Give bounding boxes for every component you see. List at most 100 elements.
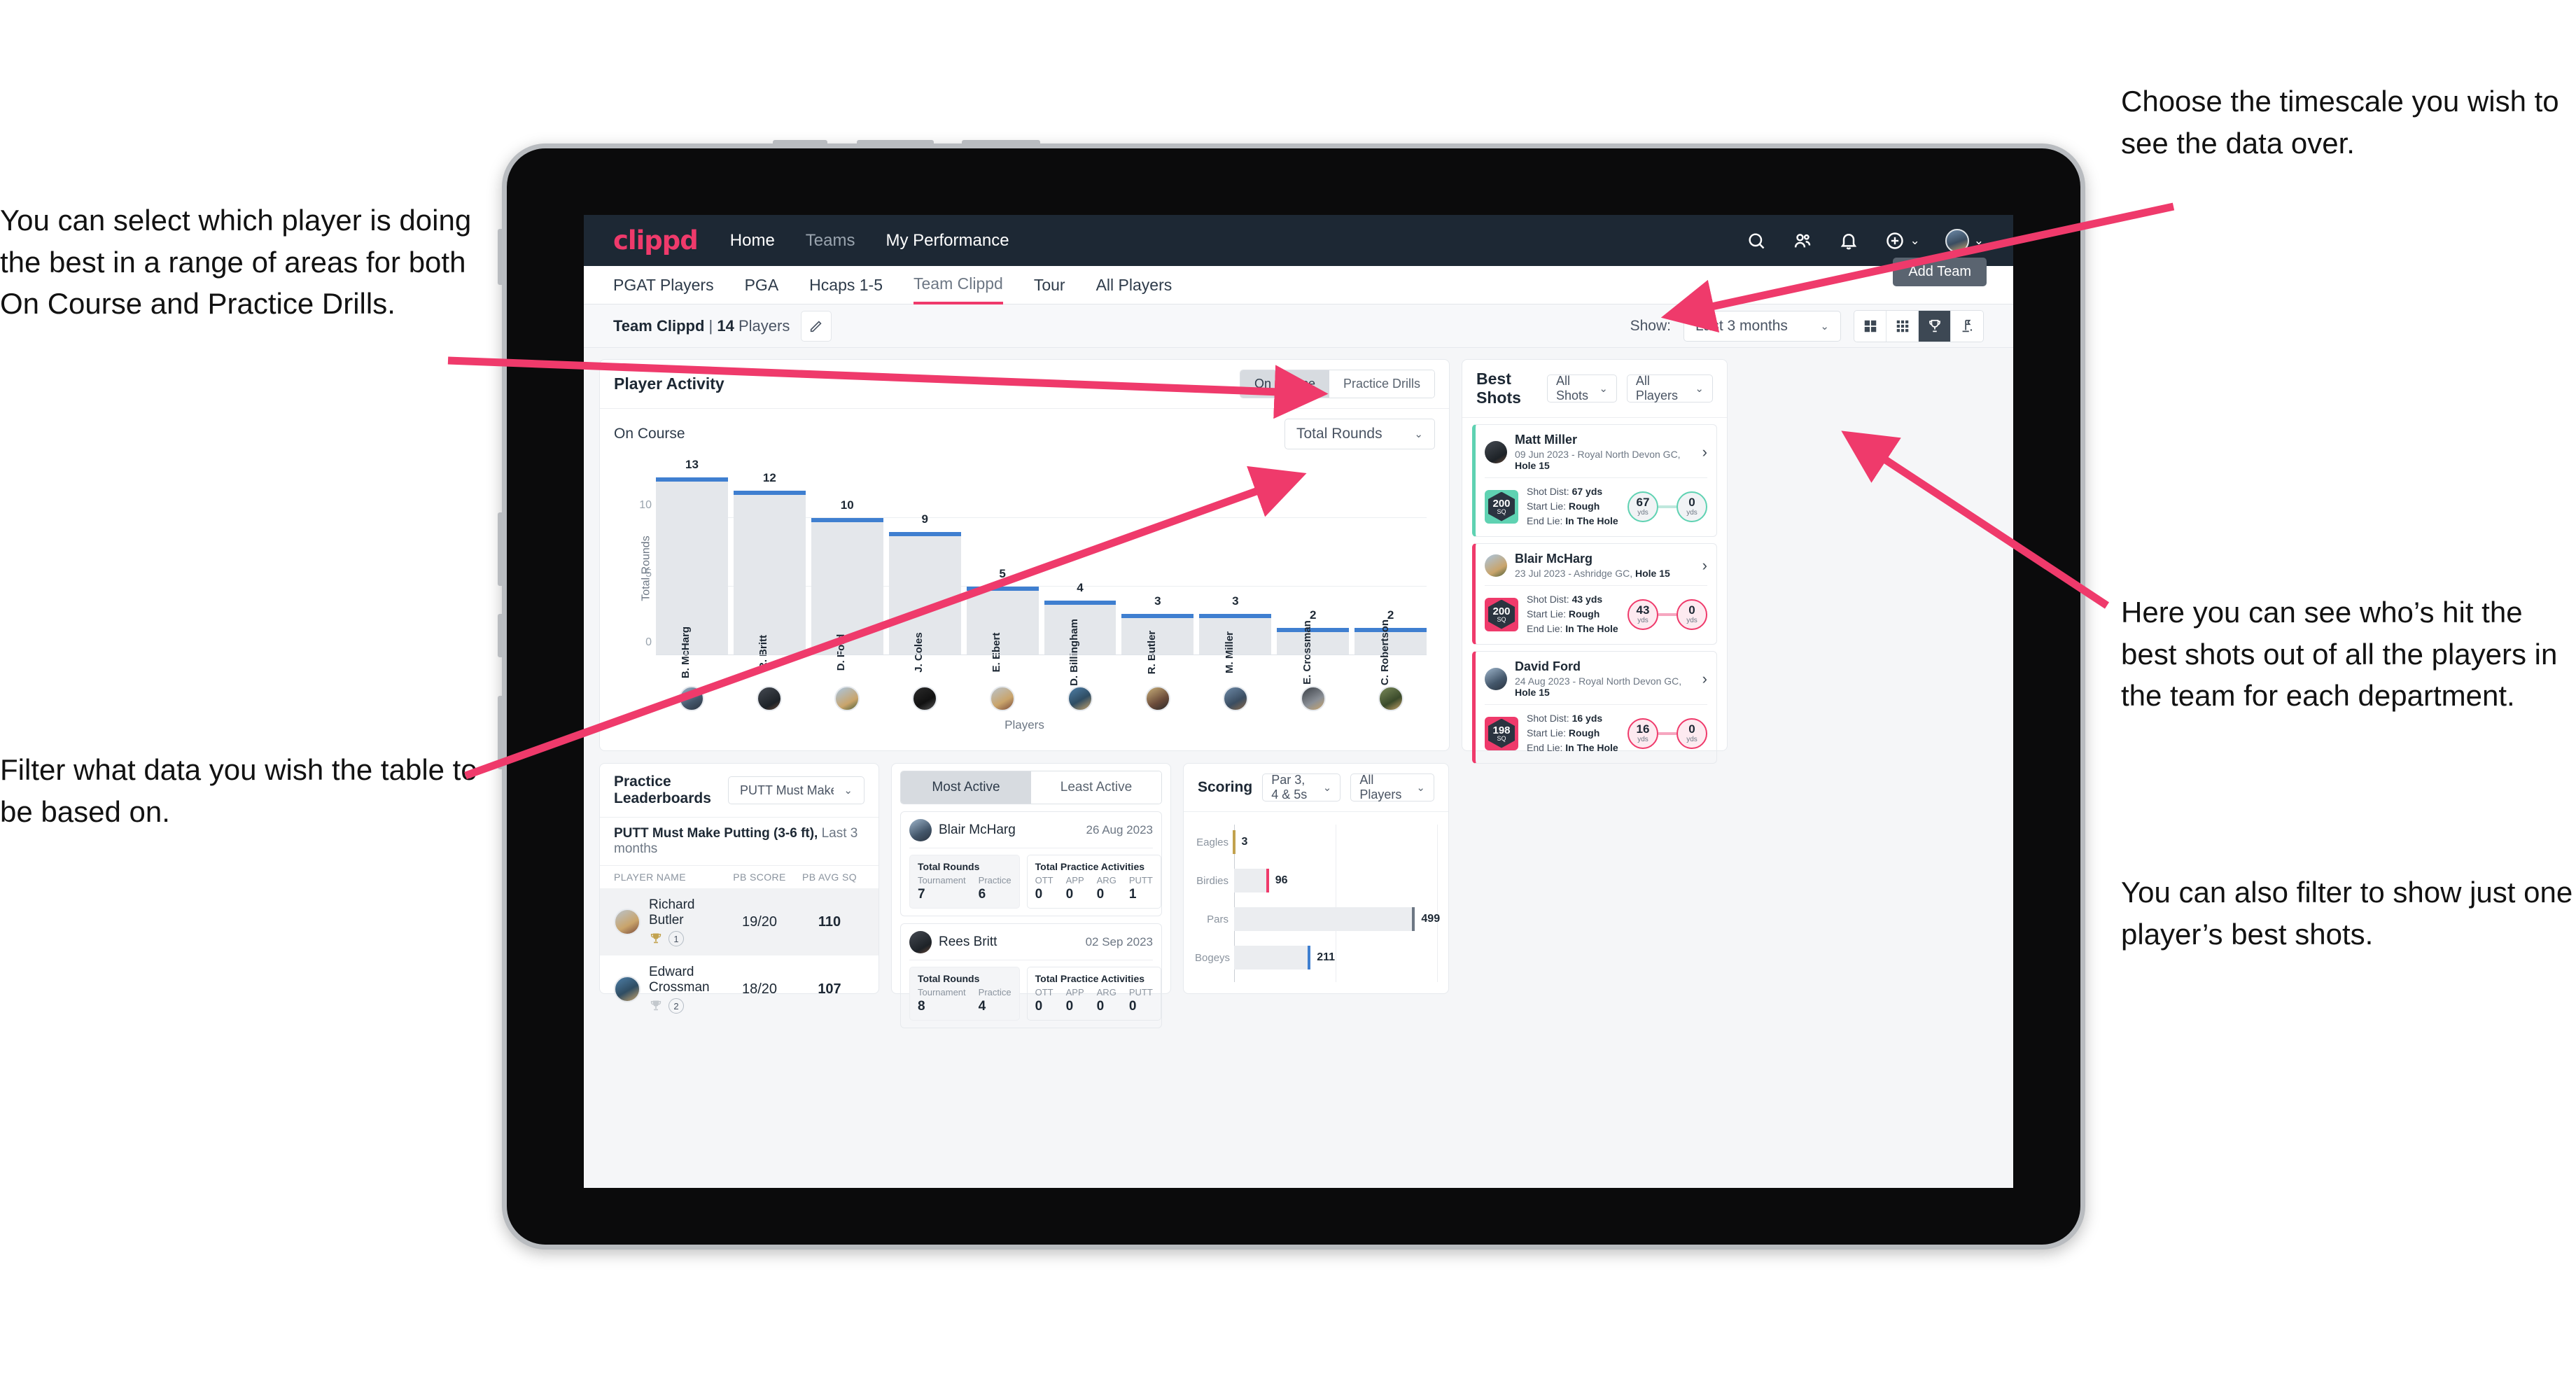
nav-link-teams[interactable]: Teams xyxy=(806,231,855,251)
avatar[interactable] xyxy=(1378,686,1404,711)
chart-bar[interactable]: M. Miller xyxy=(1199,614,1272,673)
best-shot-body: 200 SQ Shot Dist: 43 yds Start Lie: Rough En… xyxy=(1485,592,1707,636)
avatar[interactable] xyxy=(1945,228,1969,253)
edit-team-button[interactable] xyxy=(801,310,832,342)
period-select[interactable]: Last 3 months ⌄ xyxy=(1684,310,1841,342)
practice-drill-select-value: PUTT Must Make Putting ... xyxy=(740,783,834,797)
chart-bar[interactable]: R. Britt xyxy=(733,491,806,670)
scoring-row[interactable]: Pars 499 xyxy=(1195,907,1440,931)
scoring-row[interactable]: Birdies 96 xyxy=(1195,869,1437,892)
best-shots-shot-filter[interactable]: All Shots ⌄ xyxy=(1547,374,1617,402)
activity-item[interactable]: Rees Britt 02 Sep 2023 Total Rounds Tournam… xyxy=(900,923,1162,1028)
chart-bar-column[interactable]: 10 D. Ford xyxy=(811,463,883,671)
tab-most-active[interactable]: Most Active xyxy=(901,771,1031,804)
best-shot-meta: 23 Jul 2023 - Ashridge GC, Hole 15 xyxy=(1515,568,1670,579)
shot-distance-diagram: 43 yds 0 yds xyxy=(1628,598,1707,630)
chart-bar[interactable]: D. Billingham xyxy=(1044,600,1116,686)
stat-key: Practice xyxy=(978,987,1011,997)
chart-bar-column[interactable]: 5 E. Ebert xyxy=(966,463,1039,672)
stat-column: OTT 0 xyxy=(1035,987,1054,1014)
chevron-down-icon: ⌄ xyxy=(1414,428,1423,440)
chart-avatar-cell xyxy=(811,686,883,711)
column-pb-score: PB SCORE xyxy=(733,872,786,883)
chart-bar-label: C. Robertson xyxy=(1378,619,1391,686)
flag-icon-button[interactable] xyxy=(1951,310,1983,342)
avatar[interactable] xyxy=(912,686,938,711)
search-icon[interactable] xyxy=(1746,230,1767,251)
grid-large-icon-button[interactable] xyxy=(1854,310,1886,342)
total-rounds-title: Total Rounds xyxy=(918,861,980,872)
chart-bar[interactable]: C. Robertson xyxy=(1354,620,1427,685)
leaderboard-pb-avg-sq: 110 xyxy=(818,913,841,930)
chart-bar-cap xyxy=(1044,600,1116,605)
best-shots-player-filter[interactable]: All Players ⌄ xyxy=(1626,374,1713,402)
avatar[interactable] xyxy=(757,686,783,711)
chart-bar[interactable]: E. Crossman xyxy=(1277,620,1350,685)
best-shot-item[interactable]: Blair McHarg 23 Jul 2023 - Ashridge GC, H… xyxy=(1472,543,1717,645)
shot-end-distance: 0 yds xyxy=(1676,718,1707,749)
tab-pga[interactable]: PGA xyxy=(745,266,779,304)
scoring-row[interactable]: Eagles 3 xyxy=(1195,830,1437,854)
annotation-right-bottom: You can also filter to show just one pla… xyxy=(2121,876,2573,951)
chart-bar[interactable]: E. Ebert xyxy=(966,587,1039,672)
segment-on-course[interactable]: On Course xyxy=(1240,370,1329,398)
plus-circle-icon[interactable] xyxy=(1884,230,1905,251)
scoring-par-filter[interactable]: Par 3, 4 & 5s ⌄ xyxy=(1262,773,1341,802)
avatar[interactable] xyxy=(1144,686,1170,711)
tab-pgat-players[interactable]: PGAT Players xyxy=(613,266,714,304)
scoring-player-filter[interactable]: All Players ⌄ xyxy=(1350,773,1434,802)
avatar[interactable] xyxy=(990,686,1016,711)
shot-connector-line xyxy=(1658,732,1676,735)
stat-column: OTT 0 xyxy=(1035,875,1054,902)
chart-bar-column[interactable]: 2 C. Robertson xyxy=(1354,463,1427,685)
metric-select[interactable]: Total Rounds ⌄ xyxy=(1284,419,1435,449)
avatar[interactable] xyxy=(1222,686,1248,711)
chart-bar-column[interactable]: 13 B. McHarg xyxy=(656,458,728,678)
chart-bar-column[interactable]: 12 R. Britt xyxy=(733,463,806,670)
people-icon[interactable] xyxy=(1792,230,1813,251)
best-shot-item[interactable]: David Ford 24 Aug 2023 - Royal North Devo… xyxy=(1472,651,1717,764)
nav-link-home[interactable]: Home xyxy=(730,231,775,251)
table-row[interactable]: Edward Crossman 2 18/20 107 xyxy=(600,955,878,1023)
tab-team-clippd[interactable]: Team Clippd xyxy=(913,266,1003,304)
best-shot-details: Shot Dist: 16 yds Start Lie: Rough End Lie… xyxy=(1527,711,1618,755)
chart-bar-column[interactable]: 3 M. Miller xyxy=(1199,463,1272,673)
chart-bar-column[interactable]: 9 J. Coles xyxy=(888,463,961,673)
scoring-row[interactable]: Bogeys 211 xyxy=(1195,946,1437,969)
chart-bar[interactable]: J. Coles xyxy=(888,531,961,673)
grid-small-icon-button[interactable] xyxy=(1886,310,1919,342)
activity-item[interactable]: Blair McHarg 26 Aug 2023 Total Rounds Tourn… xyxy=(900,811,1162,916)
table-row[interactable]: Richard Butler 1 19/20 110 xyxy=(600,888,878,955)
scoring-par-filter-value: Par 3, 4 & 5s xyxy=(1271,773,1308,802)
chart-bar[interactable]: R. Butler xyxy=(1121,614,1194,674)
nav-link-my-performance[interactable]: My Performance xyxy=(886,231,1009,251)
chart-bar[interactable]: B. McHarg xyxy=(656,477,728,678)
best-shot-item[interactable]: Matt Miller 09 Jun 2023 - Royal North Dev… xyxy=(1472,424,1717,537)
add-menu-button[interactable]: ⌄ xyxy=(1884,230,1920,251)
trophy-icon-button[interactable] xyxy=(1919,310,1951,342)
chevron-right-icon[interactable]: › xyxy=(1702,443,1707,461)
account-menu-button[interactable]: ⌄ xyxy=(1945,228,1984,253)
chevron-right-icon[interactable]: › xyxy=(1702,556,1707,575)
chevron-right-icon[interactable]: › xyxy=(1702,670,1707,688)
chart-bar-label: M. Miller xyxy=(1223,631,1236,674)
avatar[interactable] xyxy=(834,686,860,711)
tab-all-players[interactable]: All Players xyxy=(1096,266,1172,304)
stat-key: OTT xyxy=(1035,875,1054,886)
chart-bar-label: D. Ford xyxy=(835,634,848,671)
avatar[interactable] xyxy=(1067,686,1093,711)
clippd-logo[interactable]: clippd xyxy=(613,225,699,255)
chart-bar-column[interactable]: 2 E. Crossman xyxy=(1277,463,1350,685)
segment-practice-drills[interactable]: Practice Drills xyxy=(1329,370,1434,398)
tab-tour[interactable]: Tour xyxy=(1034,266,1065,304)
chart-bar[interactable]: D. Ford xyxy=(811,518,883,671)
practice-drill-select[interactable]: PUTT Must Make Putting ... ⌄ xyxy=(728,776,864,804)
tab-hcaps-1-5[interactable]: Hcaps 1-5 xyxy=(809,266,883,304)
chart-bar-column[interactable]: 4 D. Billingham xyxy=(1044,463,1116,686)
chart-bar-column[interactable]: 3 R. Butler xyxy=(1121,463,1194,674)
avatar[interactable] xyxy=(679,686,705,711)
bell-icon[interactable] xyxy=(1838,230,1859,251)
avatar[interactable] xyxy=(1300,686,1326,711)
tab-least-active[interactable]: Least Active xyxy=(1031,771,1161,804)
shot-end-unit: yds xyxy=(1686,736,1698,743)
